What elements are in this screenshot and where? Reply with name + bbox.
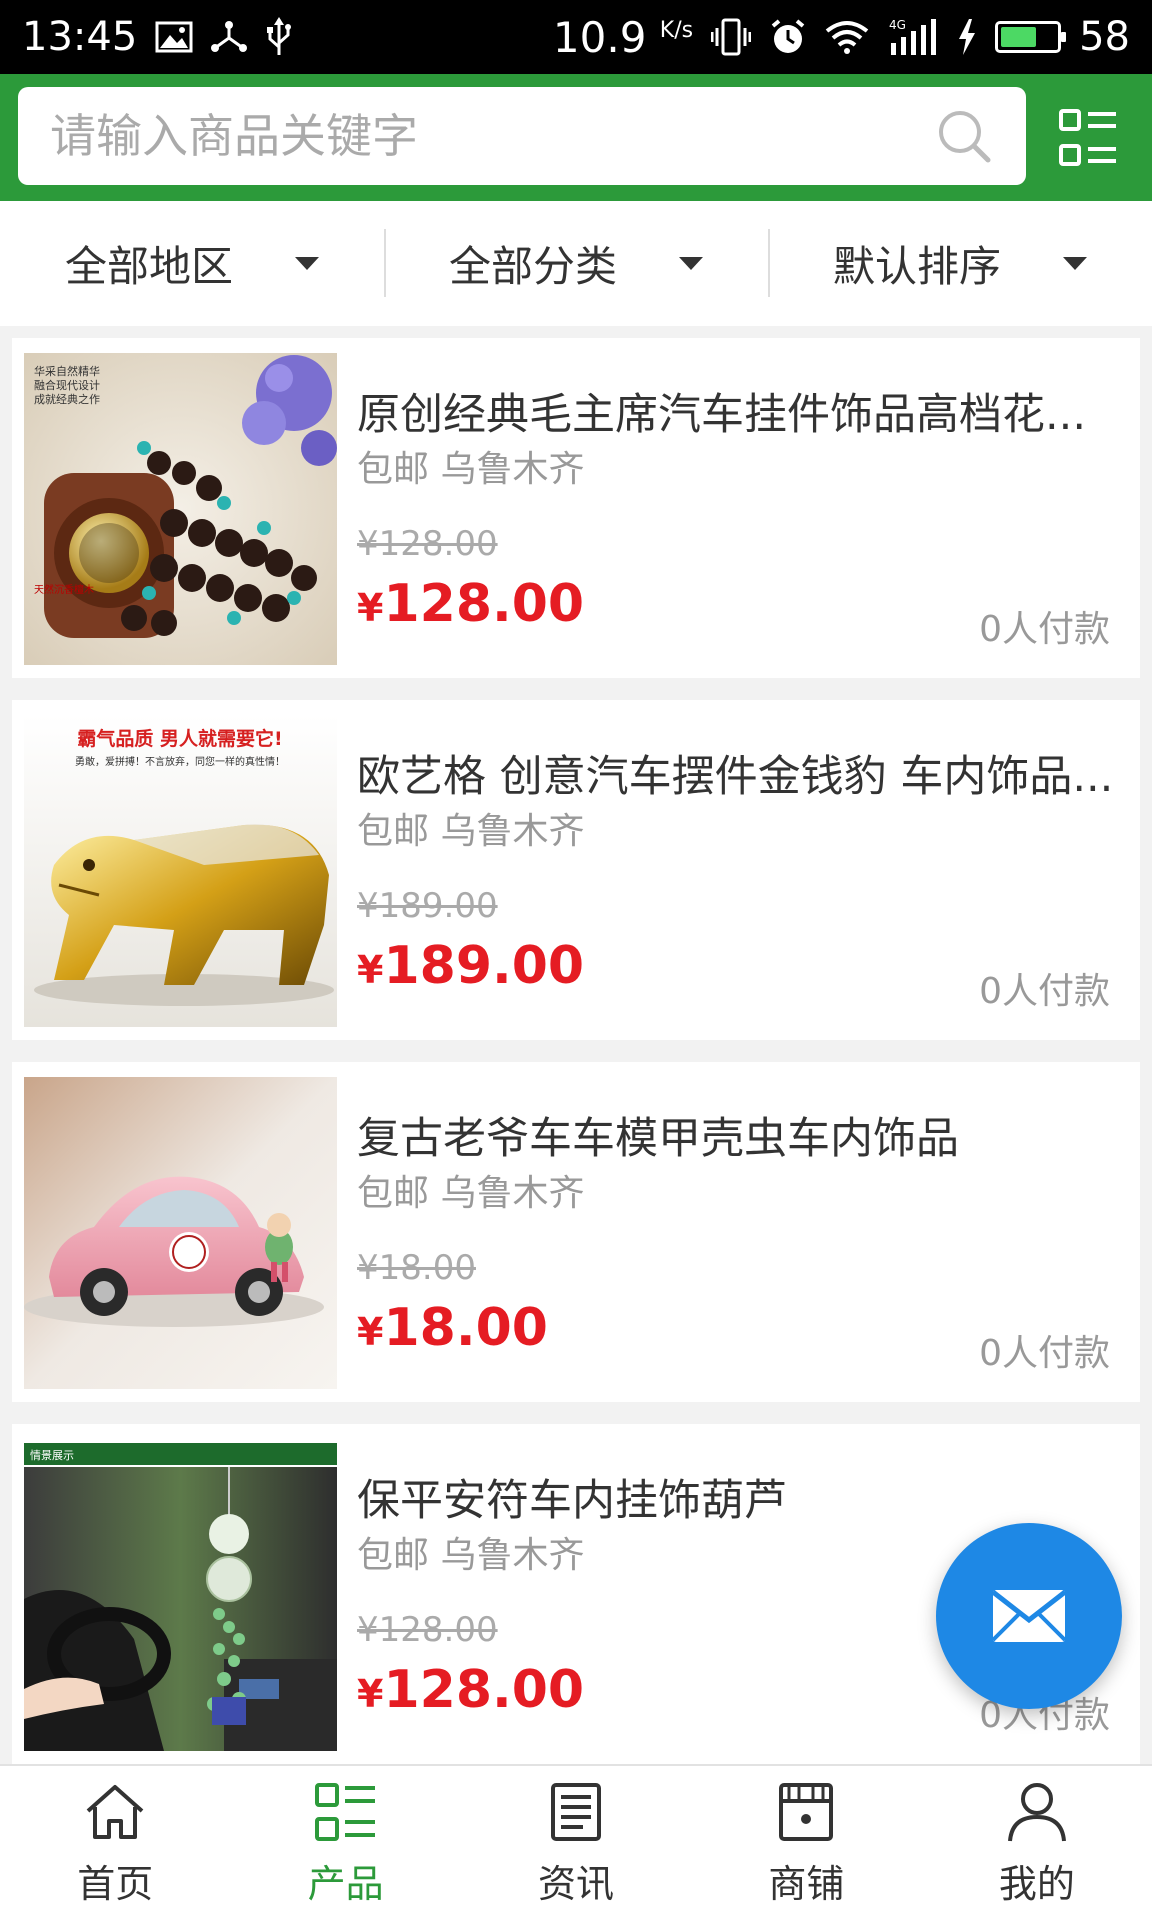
svg-text:融合现代设计: 融合现代设计 xyxy=(34,378,100,392)
product-card[interactable]: 霸气品质 男人就需要它! 勇敢，爱拼搏！不言放弃，同您一样的真性情！ 欧艺格 创… xyxy=(12,700,1140,1040)
message-button[interactable] xyxy=(936,1523,1122,1709)
status-bar: 13:45 10.9 K/s 4G 58 xyxy=(0,0,1152,74)
search-icon[interactable] xyxy=(934,106,994,166)
nav-news-label: 资讯 xyxy=(538,1861,615,1906)
nav-profile-label: 我的 xyxy=(998,1861,1075,1906)
product-original-price: ¥128.00 xyxy=(357,524,498,564)
nav-store-label: 商铺 xyxy=(768,1861,845,1906)
search-box[interactable] xyxy=(18,87,1026,185)
battery-level: 58 xyxy=(1079,14,1130,60)
divider xyxy=(384,229,386,297)
product-title[interactable]: 复古老爷车车模甲壳虫车内饰品 xyxy=(357,1104,1122,1166)
nav-news[interactable]: 资讯 xyxy=(461,1766,691,1920)
svg-text:天然沉香檀木: 天然沉香檀木 xyxy=(34,583,94,596)
filter-region-label: 全部地区 xyxy=(64,242,233,291)
user-icon xyxy=(1007,1782,1066,1841)
svg-text:4G: 4G xyxy=(889,18,906,32)
header xyxy=(0,74,1152,201)
mail-icon xyxy=(991,1590,1067,1642)
product-shipping-location: 包邮 乌鲁木齐 xyxy=(357,449,585,490)
product-card[interactable]: 复古老爷车车模甲壳虫车内饰品 包邮 乌鲁木齐 ¥18.00 ¥18.00 0人付… xyxy=(12,1062,1140,1402)
filter-category[interactable]: 全部分类 xyxy=(384,201,768,326)
chevron-down-icon xyxy=(1063,257,1087,270)
svg-text:霸气品质 男人就需要它!: 霸气品质 男人就需要它! xyxy=(77,727,282,750)
product-sales-count: 0人付款 xyxy=(979,1333,1110,1374)
news-icon xyxy=(551,1782,602,1841)
charging-icon xyxy=(957,19,977,55)
battery-icon xyxy=(995,21,1067,53)
nav-products-label: 产品 xyxy=(307,1861,384,1906)
product-price: ¥128.00 xyxy=(357,574,585,634)
alarm-icon xyxy=(769,18,807,56)
svg-text:华采自然精华: 华采自然精华 xyxy=(34,364,100,378)
filter-sort-label: 默认排序 xyxy=(832,242,1001,291)
product-sales-count: 0人付款 xyxy=(979,971,1110,1012)
search-input[interactable] xyxy=(50,87,934,185)
filter-sort[interactable]: 默认排序 xyxy=(768,201,1152,326)
product-shipping-location: 包邮 乌鲁木齐 xyxy=(357,811,585,852)
wifi-icon xyxy=(825,19,869,55)
product-original-price: ¥128.00 xyxy=(357,1610,498,1650)
share-notification-icon xyxy=(211,20,248,54)
filter-region[interactable]: 全部地区 xyxy=(0,201,384,326)
product-image[interactable] xyxy=(24,1077,337,1389)
network-speed: 10.9 K/s xyxy=(552,12,694,62)
product-original-price: ¥189.00 xyxy=(357,886,498,926)
filter-bar: 全部地区 全部分类 默认排序 xyxy=(0,201,1152,326)
product-title[interactable]: 欧艺格 创意汽车摆件金钱豹 车内饰品... xyxy=(357,742,1122,804)
product-sales-count: 0人付款 xyxy=(979,609,1110,650)
product-price: ¥128.00 xyxy=(357,1660,585,1720)
svg-text:情景展示: 情景展示 xyxy=(30,1449,74,1462)
product-title[interactable]: 原创经典毛主席汽车挂件饰品高档花... xyxy=(357,380,1122,442)
product-shipping-location: 包邮 乌鲁木齐 xyxy=(357,1173,585,1214)
product-image[interactable]: 霸气品质 男人就需要它! 勇敢，爱拼搏！不言放弃，同您一样的真性情！ xyxy=(24,715,337,1027)
signal-icon: 4G xyxy=(887,17,939,57)
nav-products[interactable]: 产品 xyxy=(230,1766,460,1920)
grid-list-icon xyxy=(314,1782,375,1841)
svg-text:成就经典之作: 成就经典之作 xyxy=(34,392,100,406)
nav-home-label: 首页 xyxy=(77,1861,154,1906)
bottom-nav: 首页 产品 资讯 商铺 我的 xyxy=(0,1764,1152,1920)
status-time: 13:45 xyxy=(22,14,138,60)
product-original-price: ¥18.00 xyxy=(357,1248,476,1288)
nav-home[interactable]: 首页 xyxy=(0,1766,230,1920)
product-title[interactable]: 保平安符车内挂饰葫芦 xyxy=(357,1466,1122,1528)
divider xyxy=(768,229,770,297)
product-price: ¥18.00 xyxy=(357,1298,548,1358)
chevron-down-icon xyxy=(295,257,319,270)
product-card[interactable]: 华采自然精华 融合现代设计 成就经典之作 天然沉香檀木 原创经典毛主席汽车挂件饰… xyxy=(12,338,1140,678)
category-menu-icon[interactable] xyxy=(1058,108,1118,168)
store-icon xyxy=(779,1782,834,1841)
home-icon xyxy=(86,1784,144,1839)
svg-text:勇敢，爱拼搏！不言放弃，同您一样的真性情！: 勇敢，爱拼搏！不言放弃，同您一样的真性情！ xyxy=(75,755,285,768)
chevron-down-icon xyxy=(679,257,703,270)
vibrate-icon xyxy=(711,18,752,56)
product-price: ¥189.00 xyxy=(357,936,585,996)
image-notification-icon xyxy=(155,21,193,53)
nav-store[interactable]: 商铺 xyxy=(691,1766,921,1920)
filter-category-label: 全部分类 xyxy=(448,242,617,291)
product-shipping-location: 包邮 乌鲁木齐 xyxy=(357,1535,585,1576)
nav-profile[interactable]: 我的 xyxy=(922,1766,1152,1920)
usb-icon xyxy=(265,17,293,57)
product-image[interactable]: 华采自然精华 融合现代设计 成就经典之作 天然沉香檀木 xyxy=(24,353,337,665)
product-image[interactable]: 情景展示 xyxy=(24,1439,337,1751)
